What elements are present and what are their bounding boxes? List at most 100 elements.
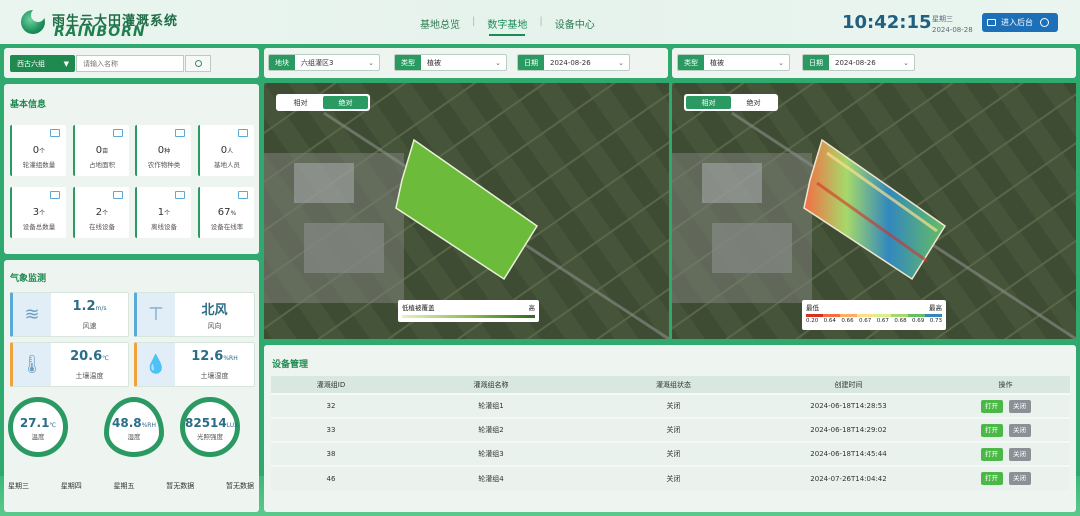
stat-icon [175, 191, 185, 199]
mode-relative[interactable]: 相对 [686, 96, 731, 109]
table-row: 32 轮灌组1 关闭 2024-06-18T14:28:53 打开 关闭 [271, 393, 1070, 418]
gauge-value: 27.1 [19, 416, 50, 430]
weather-value-line: 北风 [179, 299, 250, 318]
nav-device-center[interactable]: 设备中心 [543, 16, 607, 31]
legend-color-bar [806, 314, 942, 317]
date-select-key: 日期 [803, 55, 829, 70]
stat-icon [113, 129, 123, 137]
cell-group-id: 46 [271, 465, 391, 490]
close-button[interactable]: 关闭 [1008, 447, 1031, 461]
date: 2024-08-28 [932, 26, 973, 34]
satellite-map-right[interactable]: 相对 绝对 最低 最高 0.20 0.64 0.66 0.67 0.67 0.68 0.69… [672, 83, 1076, 339]
stat-card: 0亩 占地面积 [73, 125, 129, 176]
gauge-value: 48.8 [112, 416, 142, 430]
forecast-day: 暂无数据 [166, 482, 195, 490]
close-button[interactable]: 关闭 [1008, 472, 1031, 485]
close-button[interactable]: 关闭 [1008, 399, 1031, 413]
weather-value: 1.2 [72, 299, 96, 314]
open-button[interactable]: 打开 [980, 423, 1003, 437]
stat-value-line: 0亩 [75, 145, 129, 156]
cell-actions: 打开 关闭 [941, 393, 1070, 418]
stat-unit: 个 [102, 210, 109, 217]
stat-card: 0人 基地人员 [198, 125, 254, 176]
stat-unit: 个 [39, 148, 46, 155]
mode-absolute[interactable]: 绝对 [323, 96, 368, 109]
weather-label: 风向 [207, 322, 222, 330]
satellite-map-left[interactable]: 相对 绝对 低植被覆盖 高 [264, 83, 669, 339]
legend-swatch [925, 314, 942, 317]
chevron-down-icon: ⌄ [495, 58, 501, 67]
legend-swatch [823, 314, 840, 317]
stat-label: 轮灌组数量 [22, 161, 56, 169]
stat-icon [50, 191, 60, 199]
wind-vane-icon: ⊤ [137, 293, 175, 336]
cell-group-id: 38 [271, 441, 391, 466]
cell-created-time: 2024-06-18T14:29:02 [756, 417, 941, 442]
weather-card: ⊤ 北风风向 [134, 292, 255, 337]
wind-icon: ≋ [13, 293, 51, 336]
cell-actions: 打开 关闭 [941, 465, 1070, 490]
stat-label: 离线设备 [151, 223, 177, 231]
cell-group-name: 轮灌组2 [391, 417, 591, 442]
cell-group-name: 轮灌组1 [391, 393, 591, 418]
legend-ticks: 0.20 0.64 0.66 0.67 0.67 0.68 0.69 0.73 [806, 318, 942, 324]
open-button[interactable]: 打开 [980, 472, 1003, 485]
legend-tick: 0.67 [876, 318, 889, 324]
close-button[interactable]: 关闭 [1008, 423, 1031, 437]
search-button[interactable] [185, 55, 211, 72]
date-select-right[interactable]: 日期 2024-08-26 ⌄ [802, 54, 915, 71]
open-button[interactable]: 打开 [980, 399, 1003, 413]
weather-value: 20.6 [70, 349, 103, 364]
power-icon [1040, 18, 1049, 27]
stat-card: 3个 设备总数量 [10, 187, 66, 238]
stat-unit: % [230, 210, 237, 217]
open-button[interactable]: 打开 [980, 447, 1003, 461]
plot-select[interactable]: 地块 六组灌区3 ⌄ [268, 54, 380, 71]
weather-unit: m/s [95, 305, 107, 312]
date-select-left[interactable]: 日期 2024-08-26 ⌄ [517, 54, 630, 71]
stat-value-line: 0种 [137, 145, 191, 156]
legend-gradient [402, 315, 535, 318]
stat-unit: 个 [39, 210, 46, 217]
weather-unit: ℃ [102, 355, 109, 362]
cell-group-name: 轮灌组4 [391, 465, 591, 490]
type-select-right[interactable]: 类型 植被 ⌄ [677, 54, 790, 71]
forecast-day: 星期五 [113, 482, 135, 490]
search-input[interactable] [76, 55, 184, 72]
enter-backend-button[interactable]: 进入后台 [982, 13, 1058, 32]
stat-label: 设备总数量 [22, 223, 56, 231]
stat-icon [238, 191, 248, 199]
cell-group-id: 32 [271, 393, 391, 418]
weekday: 星期三 [932, 15, 953, 23]
stat-value: 67 [217, 207, 231, 218]
mode-absolute[interactable]: 绝对 [731, 96, 776, 109]
type-select-left[interactable]: 类型 植被 ⌄ [394, 54, 507, 71]
header: 雨生云大田灌溉系统 RAINBORN 基地总览 | 数字基地 | 设备中心 10… [0, 0, 1080, 44]
forecast-day: 暂无数据 [226, 482, 254, 490]
weather-title: 气象监测 [10, 274, 47, 284]
gauge-ring: 27.1℃ 温度 [8, 397, 68, 457]
mode-relative[interactable]: 相对 [278, 96, 323, 109]
map-left-mode-toggle[interactable]: 相对 绝对 [276, 94, 370, 111]
legend-tick: 0.67 [859, 318, 872, 324]
nav-base-overview[interactable]: 基地总览 [408, 16, 472, 31]
stat-label: 农作物种类 [147, 161, 181, 169]
nav-digital-base[interactable]: 数字基地 [475, 16, 539, 36]
stat-unit: 个 [164, 210, 171, 217]
stat-value-line: 0人 [200, 145, 254, 156]
table-header-row: 灌溉组ID 灌溉组名称 灌溉组状态 创建时间 操作 [271, 376, 1070, 394]
base-select-value: 西古六组 [17, 59, 45, 68]
col-actions: 操作 [941, 376, 1070, 394]
caret-down-icon: ▼ [63, 59, 69, 68]
stat-value-line: 1个 [137, 207, 191, 218]
stat-card: 2个 在线设备 [73, 187, 129, 238]
weather-value-line: 1.2m/s [55, 299, 124, 314]
enter-backend-label: 进入后台 [1001, 18, 1033, 27]
legend-low-label: 低植被覆盖 [402, 304, 435, 312]
gauge-unit: %RH [141, 422, 156, 429]
forecast-days: 星期三 星期四 星期五 暂无数据 暂无数据 [8, 481, 254, 491]
map-right-mode-toggle[interactable]: 相对 绝对 [684, 94, 778, 111]
table-row: 33 轮灌组2 关闭 2024-06-18T14:29:02 打开 关闭 [271, 417, 1070, 442]
droplet-icon: 💧 [137, 343, 175, 386]
base-select[interactable]: 西古六组 ▼ [10, 55, 75, 72]
